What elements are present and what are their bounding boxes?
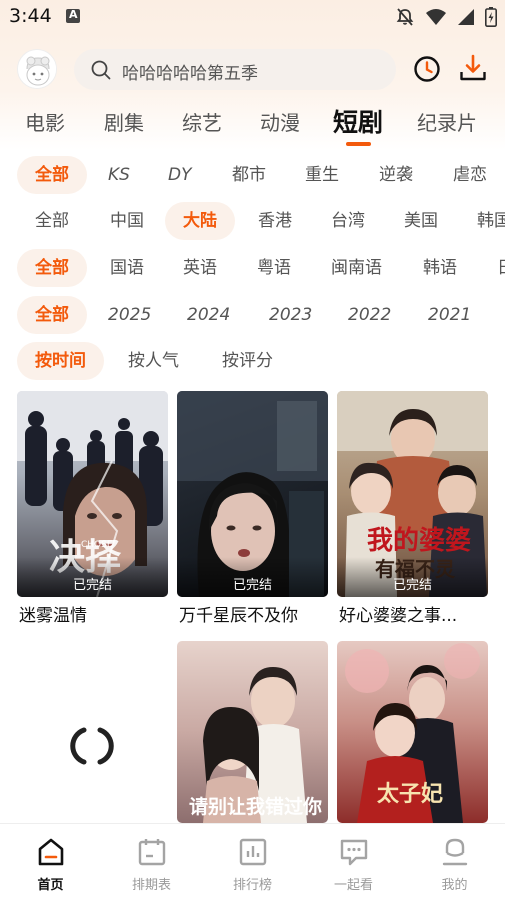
user-avatar[interactable] (17, 49, 57, 89)
poster-title-text: CHOSE (81, 540, 113, 550)
profile-icon (442, 838, 468, 866)
nav-home[interactable]: 首页 (0, 824, 101, 899)
status-bar: 3:44 (0, 0, 505, 34)
poster-status: 已完结 (232, 578, 272, 593)
filter-region-row: 全部 中国 大陆 香港 台湾 美国 韩国 (0, 202, 505, 242)
filter-year-row: 全部 2025 2024 2023 2022 2021 (0, 296, 505, 336)
status-icons (395, 7, 497, 27)
poster-art: 太子妃 (345, 643, 480, 823)
search-bar[interactable]: 哈哈哈哈哈第五季 (74, 49, 396, 90)
filter-category-ks[interactable]: KS (108, 156, 130, 194)
search-placeholder: 哈哈哈哈哈第五季 (122, 64, 258, 84)
nav-watch-together-label: 一起看 (333, 878, 373, 893)
sort-by-time[interactable]: 按时间 (17, 342, 104, 380)
filter-region-all[interactable]: 全部 (35, 202, 69, 240)
poster-image: 决择 CHOSE 已完结 (17, 391, 168, 597)
app-notification-icon (66, 8, 80, 23)
filter-category-angst[interactable]: 虐恋 (453, 156, 487, 194)
wifi-icon (426, 9, 446, 25)
mute-icon (396, 8, 414, 26)
sort-by-popularity[interactable]: 按人气 (128, 342, 179, 380)
filter-region-taiwan[interactable]: 台湾 (331, 202, 365, 240)
poster-title-text: 我的婆婆 (367, 525, 471, 556)
tab-short-drama[interactable]: 短剧 (333, 103, 383, 139)
chart-icon (239, 838, 267, 866)
filter-region-usa[interactable]: 美国 (404, 202, 438, 240)
filter-category-comeback[interactable]: 逆袭 (379, 156, 413, 194)
active-tab-indicator (346, 142, 371, 146)
chat-icon (340, 839, 368, 866)
filter-year-2021[interactable]: 2021 (428, 296, 471, 334)
filter-year-2025[interactable]: 2025 (108, 296, 151, 334)
filter-language-english[interactable]: 英语 (183, 249, 217, 287)
sort-row: 按时间 按人气 按评分 (0, 342, 505, 382)
filter-category-dy[interactable]: DY (168, 156, 191, 194)
nav-ranking-label: 排行榜 (232, 878, 272, 893)
status-time: 3:44 (9, 5, 52, 27)
drama-title: 迷雾温情 (19, 606, 87, 626)
tab-variety[interactable]: 综艺 (182, 107, 222, 136)
drama-card[interactable]: 已完结 万千星辰不及你 (177, 391, 328, 627)
filter-language-japanese[interactable]: 日 (497, 249, 505, 287)
bottom-nav: 首页 排期表 排行榜 一起看 我的 (0, 823, 505, 899)
search-icon (91, 60, 111, 80)
filter-region-hongkong[interactable]: 香港 (258, 202, 292, 240)
loading-spinner-icon (70, 727, 114, 765)
nav-profile-label: 我的 (441, 878, 468, 893)
nav-schedule-label: 排期表 (131, 878, 171, 893)
sort-by-rating[interactable]: 按评分 (222, 342, 273, 380)
filter-year-all[interactable]: 全部 (17, 296, 87, 334)
poster-image: 请别让我错过你 (177, 641, 328, 823)
download-icon[interactable] (459, 54, 487, 82)
nav-profile[interactable]: 我的 (404, 824, 505, 899)
filter-category-row: 全部 KS DY 都市 重生 逆袭 虐恋 (0, 156, 505, 196)
tab-series[interactable]: 剧集 (104, 107, 144, 136)
drama-card[interactable]: 决择 CHOSE 已完结 迷雾温情 (17, 391, 168, 627)
filter-category-rebirth[interactable]: 重生 (305, 156, 339, 194)
nav-watch-together[interactable]: 一起看 (303, 824, 404, 899)
poster-image: 我的婆婆 有福不灵 已完结 (337, 391, 488, 597)
drama-card[interactable]: 我的婆婆 有福不灵 已完结 好心婆婆之事... (337, 391, 488, 627)
filter-language-row: 全部 国语 英语 粤语 闽南语 韩语 日 (0, 249, 505, 289)
poster-art: 请别让我错过你 (189, 667, 322, 823)
nav-schedule[interactable]: 排期表 (101, 824, 202, 899)
filter-region-korea[interactable]: 韩国 (477, 202, 505, 240)
tab-documentary[interactable]: 纪录片 (417, 107, 477, 136)
tab-movie[interactable]: 电影 (25, 107, 65, 136)
filter-year-2023[interactable]: 2023 (269, 296, 312, 334)
home-icon (38, 838, 64, 866)
filter-language-minnan[interactable]: 闽南语 (331, 249, 382, 287)
calendar-icon (138, 839, 166, 866)
filter-language-all[interactable]: 全部 (17, 249, 87, 287)
avatar-face-icon (18, 50, 56, 88)
history-icon[interactable] (413, 55, 441, 83)
main-tabs: 电影 剧集 综艺 动漫 短剧 纪录片 (0, 100, 505, 146)
poster-title-text: 太子妃 (377, 781, 443, 807)
filter-language-korean[interactable]: 韩语 (423, 249, 457, 287)
drama-card[interactable]: 请别让我错过你 (177, 641, 328, 823)
signal-icon (458, 9, 474, 25)
filter-region-mainland[interactable]: 大陆 (165, 202, 235, 240)
drama-title: 好心婆婆之事... (339, 606, 458, 626)
nav-ranking[interactable]: 排行榜 (202, 824, 303, 899)
filter-year-2024[interactable]: 2024 (187, 296, 230, 334)
battery-icon (485, 7, 497, 27)
filter-category-urban[interactable]: 都市 (232, 156, 266, 194)
poster-image: 已完结 (177, 391, 328, 597)
poster-image: 太子妃 (337, 641, 488, 823)
tab-anime[interactable]: 动漫 (260, 107, 300, 136)
poster-title-text: 请别让我错过你 (189, 795, 322, 818)
filter-category-all[interactable]: 全部 (17, 156, 87, 194)
drama-card[interactable]: 太子妃 (337, 641, 488, 823)
filter-language-mandarin[interactable]: 国语 (110, 249, 144, 287)
nav-home-label: 首页 (37, 878, 64, 893)
drama-title: 万千星辰不及你 (179, 606, 298, 626)
filter-language-cantonese[interactable]: 粤语 (257, 249, 291, 287)
filter-year-2022[interactable]: 2022 (348, 296, 391, 334)
filter-region-china[interactable]: 中国 (110, 202, 144, 240)
poster-status: 已完结 (392, 578, 432, 593)
poster-status: 已完结 (72, 578, 112, 593)
